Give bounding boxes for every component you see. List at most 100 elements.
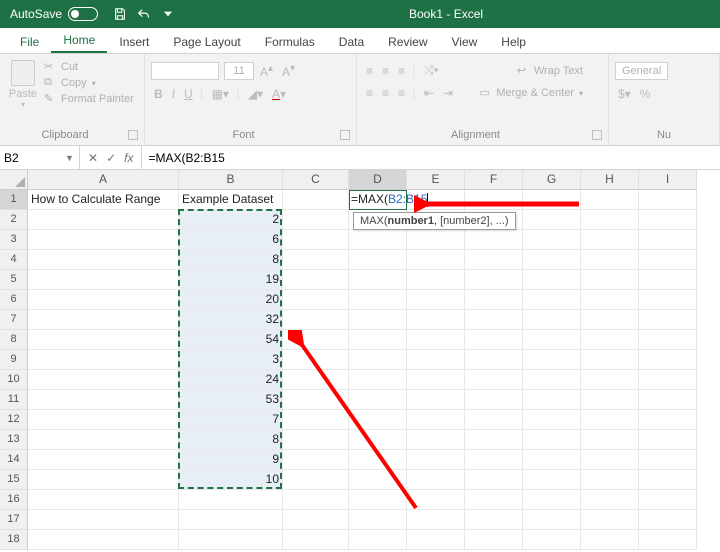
cell-G10[interactable] (523, 370, 581, 390)
row-header-15[interactable]: 15 (0, 470, 28, 490)
currency-button[interactable]: $▾ (615, 86, 634, 102)
cell-B16[interactable] (179, 490, 283, 510)
increase-indent-button[interactable]: ⇥ (440, 85, 456, 101)
cell-A11[interactable] (28, 390, 179, 410)
autosave-toggle[interactable]: AutoSave (4, 7, 104, 21)
cell-E8[interactable] (407, 330, 465, 350)
cell-H2[interactable] (581, 210, 639, 230)
cell-F11[interactable] (465, 390, 523, 410)
cell-D17[interactable] (349, 510, 407, 530)
cell-C5[interactable] (283, 270, 349, 290)
row-header-18[interactable]: 18 (0, 530, 28, 550)
cell-G3[interactable] (523, 230, 581, 250)
clipboard-launcher-icon[interactable] (128, 130, 138, 140)
cell-H15[interactable] (581, 470, 639, 490)
cell-C1[interactable] (283, 190, 349, 210)
cell-D4[interactable] (349, 250, 407, 270)
align-top-button[interactable]: ≡ (363, 63, 376, 79)
cell-G15[interactable] (523, 470, 581, 490)
cell-B8[interactable]: 54 (179, 330, 283, 350)
cell-I12[interactable] (639, 410, 697, 430)
paste-button[interactable]: Paste ▾ (6, 58, 40, 127)
column-header-E[interactable]: E (407, 170, 465, 190)
tab-review[interactable]: Review (376, 30, 439, 53)
cell-I15[interactable] (639, 470, 697, 490)
cell-H4[interactable] (581, 250, 639, 270)
cell-E11[interactable] (407, 390, 465, 410)
font-color-button[interactable]: A▾ (269, 86, 289, 102)
cell-B3[interactable]: 6 (179, 230, 283, 250)
cell-D13[interactable] (349, 430, 407, 450)
font-name-select[interactable] (151, 62, 219, 80)
cell-F1[interactable] (465, 190, 523, 210)
column-header-D[interactable]: D (349, 170, 407, 190)
cell-F10[interactable] (465, 370, 523, 390)
cell-B10[interactable]: 24 (179, 370, 283, 390)
cell-E6[interactable] (407, 290, 465, 310)
cell-B4[interactable]: 8 (179, 250, 283, 270)
cell-A14[interactable] (28, 450, 179, 470)
cell-D11[interactable] (349, 390, 407, 410)
column-header-H[interactable]: H (581, 170, 639, 190)
cell-I6[interactable] (639, 290, 697, 310)
cell-E14[interactable] (407, 450, 465, 470)
row-header-10[interactable]: 10 (0, 370, 28, 390)
cell-E9[interactable] (407, 350, 465, 370)
cell-G12[interactable] (523, 410, 581, 430)
cell-F3[interactable] (465, 230, 523, 250)
row-header-7[interactable]: 7 (0, 310, 28, 330)
cell-G5[interactable] (523, 270, 581, 290)
cell-B11[interactable]: 53 (179, 390, 283, 410)
cell-C12[interactable] (283, 410, 349, 430)
align-center-button[interactable]: ≡ (379, 85, 392, 101)
tab-view[interactable]: View (440, 30, 490, 53)
tab-home[interactable]: Home (51, 28, 107, 53)
cell-A9[interactable] (28, 350, 179, 370)
tab-insert[interactable]: Insert (107, 30, 161, 53)
cell-G1[interactable] (523, 190, 581, 210)
cell-D3[interactable] (349, 230, 407, 250)
cell-C8[interactable] (283, 330, 349, 350)
increase-font-button[interactable]: A▴ (257, 62, 276, 80)
fx-icon[interactable]: fx (124, 151, 133, 165)
cell-F16[interactable] (465, 490, 523, 510)
row-header-4[interactable]: 4 (0, 250, 28, 270)
merge-center-button[interactable]: ▭Merge & Center▾ (479, 86, 583, 100)
cell-E3[interactable] (407, 230, 465, 250)
cell-H7[interactable] (581, 310, 639, 330)
cell-F5[interactable] (465, 270, 523, 290)
cell-B12[interactable]: 7 (179, 410, 283, 430)
cell-G2[interactable] (523, 210, 581, 230)
font-launcher-icon[interactable] (340, 130, 350, 140)
cell-H5[interactable] (581, 270, 639, 290)
formula-input[interactable] (142, 146, 720, 169)
cell-D10[interactable] (349, 370, 407, 390)
cancel-icon[interactable]: ✕ (88, 151, 98, 165)
cell-B2[interactable]: 2 (179, 210, 283, 230)
cell-H10[interactable] (581, 370, 639, 390)
cell-D7[interactable] (349, 310, 407, 330)
save-icon[interactable] (112, 6, 128, 22)
cell-H1[interactable] (581, 190, 639, 210)
align-left-button[interactable]: ≡ (363, 85, 376, 101)
cell-H16[interactable] (581, 490, 639, 510)
cell-D1[interactable]: =MAX(B2:B15 (349, 190, 407, 210)
column-header-A[interactable]: A (28, 170, 179, 190)
row-header-2[interactable]: 2 (0, 210, 28, 230)
underline-button[interactable]: U (181, 86, 196, 102)
row-header-5[interactable]: 5 (0, 270, 28, 290)
cell-I14[interactable] (639, 450, 697, 470)
cell-B18[interactable] (179, 530, 283, 550)
fill-color-button[interactable]: ◢▾ (245, 86, 266, 102)
cell-A8[interactable] (28, 330, 179, 350)
cut-button[interactable]: ✂Cut (44, 60, 134, 74)
orientation-button[interactable]: ⤭▾ (421, 62, 442, 79)
qat-dropdown-icon[interactable] (160, 6, 176, 22)
cell-I9[interactable] (639, 350, 697, 370)
cell-B9[interactable]: 3 (179, 350, 283, 370)
alignment-launcher-icon[interactable] (592, 130, 602, 140)
cell-A6[interactable] (28, 290, 179, 310)
cell-G13[interactable] (523, 430, 581, 450)
row-header-9[interactable]: 9 (0, 350, 28, 370)
cell-G14[interactable] (523, 450, 581, 470)
